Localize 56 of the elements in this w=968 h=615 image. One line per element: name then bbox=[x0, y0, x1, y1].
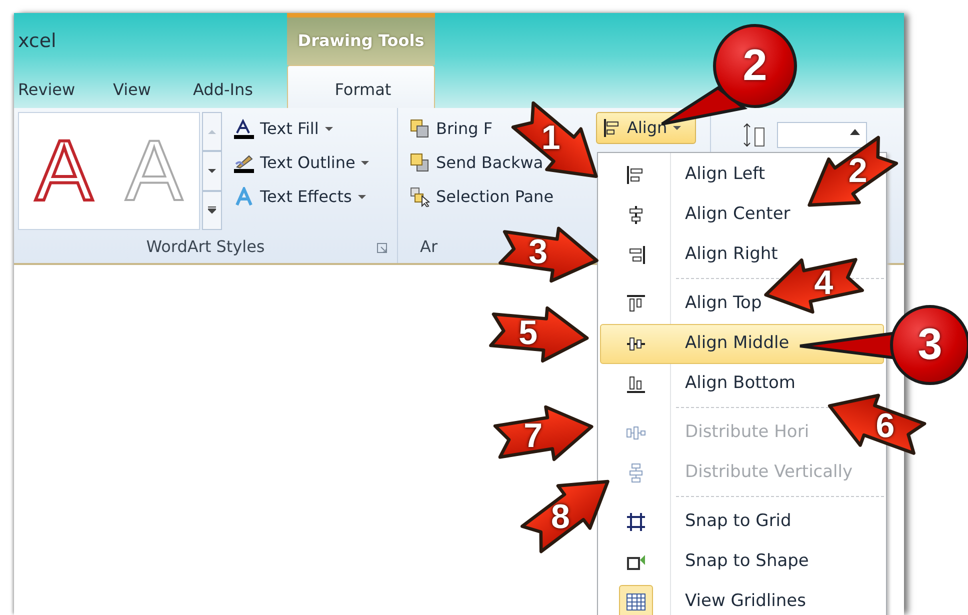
ribbon-tab[interactable]: Add-Ins bbox=[189, 65, 287, 108]
send-backward-icon bbox=[410, 153, 430, 173]
ribbon-command[interactable]: Text Effects bbox=[234, 180, 366, 214]
menu-item[interactable]: Align Center bbox=[600, 195, 796, 235]
more-icon bbox=[208, 206, 216, 214]
callout-number: 6 bbox=[874, 406, 896, 446]
bring-forward-icon bbox=[410, 119, 430, 139]
ribbon-command[interactable]: Bring F bbox=[410, 112, 493, 146]
align-top-icon bbox=[626, 294, 646, 314]
callout-number: 4 bbox=[813, 262, 834, 302]
menu-item[interactable]: Snap to Grid bbox=[600, 502, 796, 542]
caret-icon bbox=[208, 166, 216, 175]
caret-icon bbox=[361, 161, 370, 165]
ribbon-tab[interactable]: Review bbox=[14, 65, 109, 108]
caret-icon bbox=[324, 127, 333, 131]
menu-item[interactable]: Align Middle bbox=[600, 324, 884, 364]
ribbon-command[interactable]: Selection Pane bbox=[410, 180, 554, 214]
ribbon-command[interactable]: Send Backwa bbox=[410, 146, 544, 180]
ribbon-command[interactable]: Text Fill bbox=[234, 112, 333, 146]
contextual-tab-header: Drawing Tools bbox=[287, 13, 435, 65]
ribbon-tab[interactable]: View bbox=[109, 65, 189, 108]
menu-item[interactable]: View Gridlines bbox=[600, 582, 811, 615]
callout-number: 5 bbox=[518, 312, 538, 353]
callout-number: 7 bbox=[522, 416, 544, 456]
height-field[interactable] bbox=[777, 122, 867, 148]
menu-item[interactable]: Align Top bbox=[600, 284, 767, 324]
menu-item[interactable]: Align Bottom bbox=[600, 364, 800, 404]
wordart-style-sample[interactable]: A bbox=[35, 128, 93, 214]
text-fill-icon bbox=[234, 119, 254, 139]
gallery-more-button[interactable] bbox=[202, 190, 222, 230]
shape-height-icon bbox=[743, 122, 767, 148]
callout-number: 1 bbox=[541, 118, 562, 158]
group-label: WordArt Styles bbox=[146, 237, 265, 256]
menu-item[interactable]: Align Right bbox=[600, 235, 783, 275]
callout-badge: 3 bbox=[890, 305, 968, 385]
group-label: Ar bbox=[420, 237, 438, 256]
menu-item[interactable]: Snap to Shape bbox=[600, 542, 814, 582]
align-bottom-icon bbox=[626, 374, 646, 394]
menu-item[interactable]: Align Left bbox=[600, 155, 770, 195]
align-left-icon bbox=[603, 118, 621, 138]
callout-number: 2 bbox=[847, 151, 868, 192]
text-outline-icon bbox=[234, 153, 254, 173]
gridlines-icon bbox=[626, 592, 646, 612]
callout-number: 8 bbox=[550, 497, 571, 538]
dialog-launcher-icon bbox=[377, 243, 387, 253]
ribbon-tab[interactable]: Format bbox=[287, 65, 435, 108]
up-icon bbox=[208, 128, 216, 136]
caret-icon bbox=[358, 195, 366, 199]
gallery-up-button[interactable] bbox=[202, 112, 222, 152]
window-title: xcel bbox=[17, 29, 58, 54]
callout-number: 3 bbox=[528, 232, 549, 272]
align-button[interactable]: Align bbox=[596, 112, 696, 144]
text-effects-icon bbox=[234, 187, 254, 207]
grid-icon bbox=[626, 512, 646, 532]
selection-pane-icon bbox=[410, 187, 430, 207]
ribbon-command[interactable]: Text Outline bbox=[234, 146, 370, 180]
